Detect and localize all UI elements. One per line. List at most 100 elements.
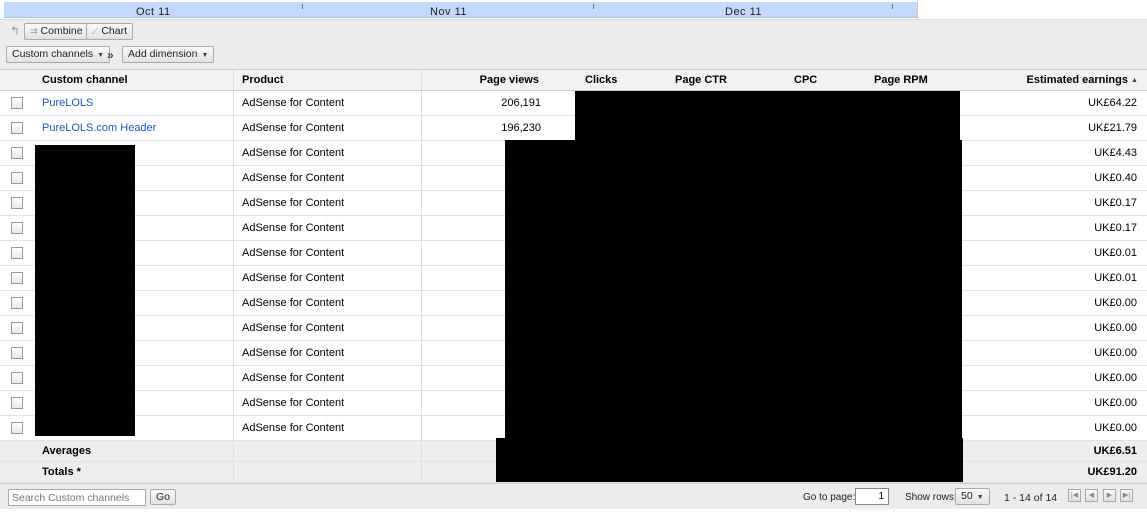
row-estimated-earnings: UK£0.00 — [1094, 397, 1137, 409]
timeline-strip: Oct 11 Nov 11 Dec 11 — [0, 0, 1147, 20]
next-page-icon[interactable]: ▶ — [1103, 489, 1116, 502]
report-toolbar: ↰ ⇉ Combine ⟋ Chart Custom channels ▼ » Add… — [0, 19, 1147, 69]
row-product: AdSense for Content — [242, 197, 345, 209]
show-rows-label: Show rows: — [905, 492, 957, 503]
rows-per-page-select[interactable]: 50 ▼ — [955, 488, 990, 505]
page-number-input[interactable] — [855, 488, 889, 505]
row-page-views: 206,191 — [501, 97, 541, 109]
row-estimated-earnings: UK£64.22 — [1088, 97, 1137, 109]
header-product[interactable]: Product — [242, 70, 284, 90]
back-arrow-icon[interactable]: ↰ — [10, 24, 20, 38]
first-page-icon[interactable]: |◀ — [1068, 489, 1081, 502]
custom-channel-link[interactable]: PureLOLS.com Header — [42, 122, 156, 134]
redaction-block — [575, 91, 960, 141]
add-dimension-label: Add dimension — [128, 48, 198, 60]
chevron-down-icon: ▼ — [976, 494, 984, 501]
row-estimated-earnings: UK£0.40 — [1094, 172, 1137, 184]
go-button[interactable]: Go — [150, 489, 177, 505]
averages-row-earnings: UK£6.51 — [1093, 445, 1137, 457]
sort-ascending-icon: ▲ — [1131, 76, 1138, 84]
row-checkbox[interactable] — [11, 297, 23, 309]
row-product: AdSense for Content — [242, 122, 345, 134]
header-page-rpm[interactable]: Page RPM — [874, 70, 928, 90]
timeline-label-nov: Nov 11 — [430, 6, 468, 18]
row-checkbox[interactable] — [11, 422, 23, 434]
row-product: AdSense for Content — [242, 222, 345, 234]
row-product: AdSense for Content — [242, 272, 345, 284]
row-product: AdSense for Content — [242, 297, 345, 309]
header-page-views[interactable]: Page views — [421, 70, 539, 90]
add-dimension-dropdown[interactable]: Add dimension ▼ — [122, 46, 215, 63]
last-page-icon[interactable]: ▶| — [1120, 489, 1133, 502]
header-custom-channel[interactable]: Custom channel — [42, 70, 128, 90]
chart-icon: ⟋ — [92, 26, 99, 36]
timeline-tick — [302, 4, 303, 9]
row-product: AdSense for Content — [242, 372, 345, 384]
combine-button[interactable]: ⇉ Combine — [24, 23, 89, 40]
row-estimated-earnings: UK£0.00 — [1094, 422, 1137, 434]
totals-row-earnings: UK£91.20 — [1087, 466, 1137, 478]
header-clicks[interactable]: Clicks — [585, 70, 617, 90]
row-custom-channel: PureLOLS.com Header — [42, 116, 156, 140]
row-checkbox[interactable] — [11, 272, 23, 284]
row-checkbox[interactable] — [11, 197, 23, 209]
timeline-band: Oct 11 Nov 11 Dec 11 — [4, 2, 917, 18]
row-page-views: 196,230 — [501, 122, 541, 134]
row-product: AdSense for Content — [242, 322, 345, 334]
row-product: AdSense for Content — [242, 422, 345, 434]
row-checkbox[interactable] — [11, 172, 23, 184]
row-estimated-earnings: UK£4.43 — [1094, 147, 1137, 159]
chevron-down-icon: ▼ — [97, 52, 105, 59]
table-row: PureLOLS.com Header AdSense for Content 19… — [0, 116, 1147, 141]
row-estimated-earnings: UK£0.00 — [1094, 372, 1137, 384]
double-chevron-icon: » — [107, 48, 114, 62]
row-checkbox[interactable] — [11, 347, 23, 359]
custom-channels-dropdown[interactable]: Custom channels ▼ — [6, 46, 111, 63]
averages-row-label: Averages — [42, 445, 92, 457]
row-checkbox[interactable] — [11, 222, 23, 234]
combine-label: Combine — [40, 25, 83, 37]
row-product: AdSense for Content — [242, 347, 345, 359]
row-product: AdSense for Content — [242, 147, 345, 159]
pagination-range: 1 - 14 of 14 — [1004, 492, 1058, 504]
row-checkbox[interactable] — [11, 147, 23, 159]
table-footer: Go Go to page: Show rows: 50▼ 1 - 14 of … — [0, 483, 1147, 509]
row-custom-channel: PureLOLS — [42, 91, 93, 115]
redaction-block — [35, 145, 135, 436]
row-estimated-earnings: UK£0.17 — [1094, 222, 1137, 234]
row-checkbox[interactable] — [11, 97, 23, 109]
timeline-tick — [892, 4, 893, 9]
header-estimated-earnings[interactable]: Estimated earnings — [960, 70, 1128, 90]
redaction-block — [505, 140, 962, 440]
timeline-label-dec: Dec 11 — [725, 6, 763, 18]
row-checkbox[interactable] — [11, 122, 23, 134]
row-checkbox[interactable] — [11, 397, 23, 409]
custom-channel-link[interactable]: PureLOLS — [42, 97, 93, 109]
search-custom-channels-input[interactable] — [8, 489, 146, 506]
row-product: AdSense for Content — [242, 247, 345, 259]
totals-row-label: Totals * — [42, 466, 81, 478]
combine-icon: ⇉ — [30, 26, 38, 36]
table-row: PureLOLS AdSense for Content 206,191 UK£64.… — [0, 91, 1147, 116]
redaction-block — [496, 438, 963, 482]
row-estimated-earnings: UK£0.00 — [1094, 322, 1137, 334]
rows-per-page-value: 50 — [961, 490, 973, 502]
chevron-down-icon: ▼ — [201, 52, 209, 59]
table-header-row: Custom channel Product Page views Clicks… — [0, 69, 1147, 91]
chart-button[interactable]: ⟋ Chart — [86, 23, 133, 40]
row-estimated-earnings: UK£0.00 — [1094, 347, 1137, 359]
row-product: AdSense for Content — [242, 97, 345, 109]
chart-label: Chart — [101, 25, 127, 37]
timeline-side-panel — [917, 0, 1147, 20]
row-estimated-earnings: UK£21.79 — [1088, 122, 1137, 134]
go-to-page-label: Go to page: — [803, 492, 856, 503]
prev-page-icon[interactable]: ◀ — [1085, 489, 1098, 502]
row-checkbox[interactable] — [11, 372, 23, 384]
row-checkbox[interactable] — [11, 247, 23, 259]
row-estimated-earnings: UK£0.17 — [1094, 197, 1137, 209]
header-page-ctr[interactable]: Page CTR — [675, 70, 727, 90]
header-cpc[interactable]: CPC — [794, 70, 817, 90]
row-checkbox[interactable] — [11, 322, 23, 334]
row-estimated-earnings: UK£0.00 — [1094, 297, 1137, 309]
row-estimated-earnings: UK£0.01 — [1094, 247, 1137, 259]
